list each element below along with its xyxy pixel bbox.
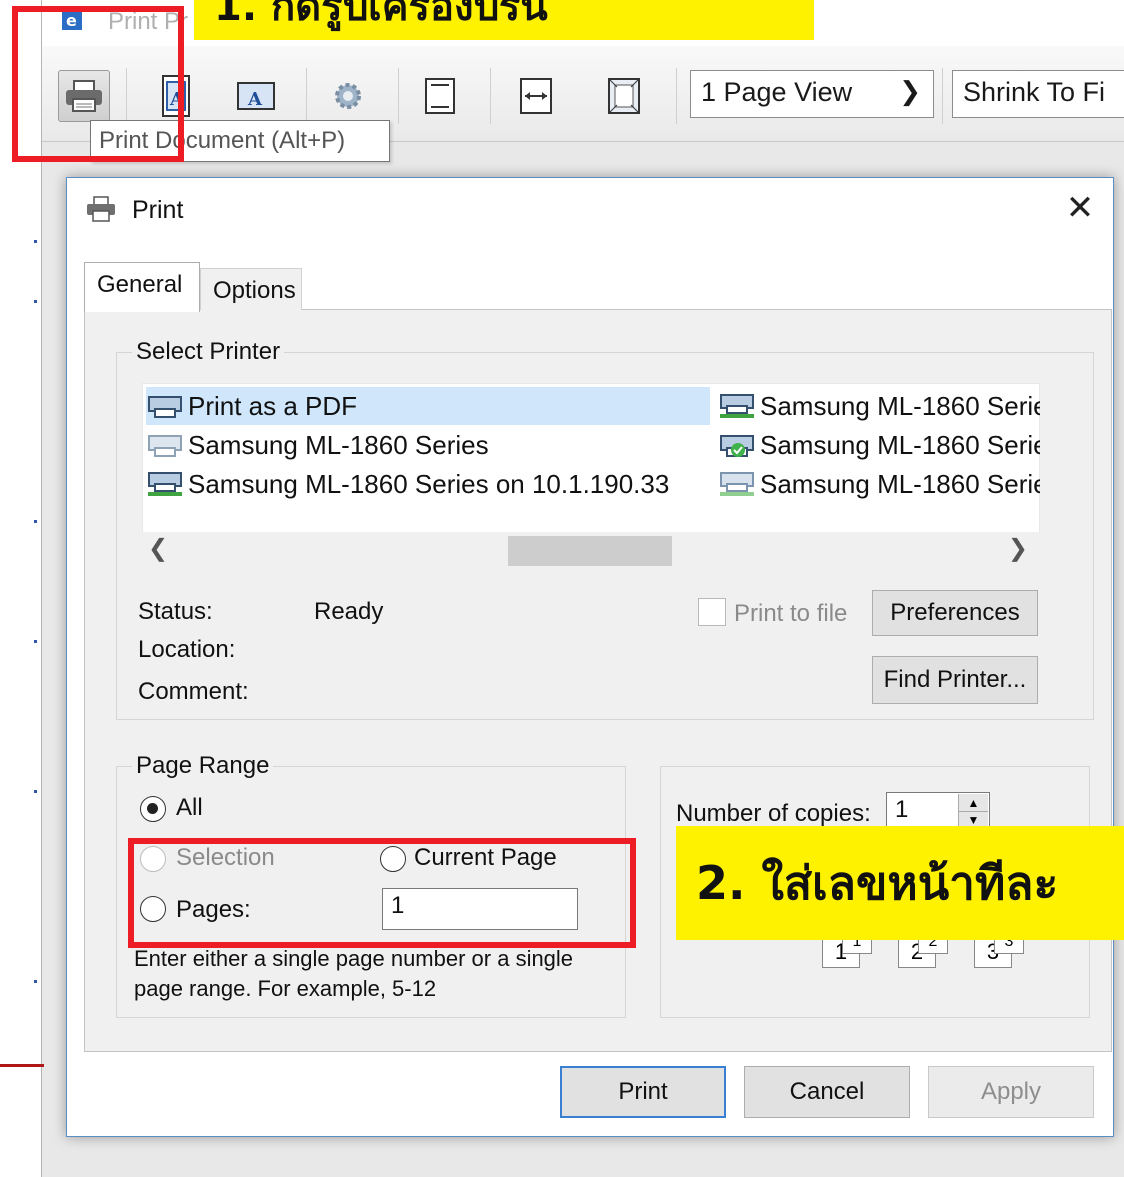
printer-icon — [148, 396, 182, 418]
printer-item[interactable]: Samsung ML-1860 Series on 10.1.190.33 — [146, 465, 710, 503]
printer-name: Samsung ML-1860 Serie — [760, 468, 1040, 499]
tab-options[interactable]: Options — [200, 268, 302, 310]
scroll-left-icon[interactable]: ❮ — [148, 534, 168, 563]
red-underline-mark — [0, 1064, 44, 1067]
comment-label: Comment: — [138, 678, 249, 705]
page-range-legend: Page Range — [132, 752, 274, 780]
printer-name: Samsung ML-1860 Serie — [760, 390, 1040, 421]
range-all-radio[interactable] — [140, 796, 166, 822]
printer-name: Print as a PDF — [188, 390, 358, 421]
scale-value: Shrink To Fi — [963, 77, 1106, 107]
printer-item[interactable]: Print as a PDF — [146, 387, 710, 425]
printer-list-scrollbar[interactable]: ❮ ❯ — [142, 532, 1040, 568]
edge-mark — [34, 980, 37, 983]
gear-icon — [335, 83, 361, 109]
annotation-highlight-print-button — [12, 6, 184, 162]
copies-stepper[interactable]: ▲ ▼ — [958, 794, 988, 830]
edge-mark — [34, 240, 37, 243]
page-setup-button[interactable] — [322, 70, 374, 122]
printer-icon — [86, 196, 116, 222]
find-printer-button[interactable]: Find Printer... — [872, 656, 1038, 704]
annotation-step1-banner: 1. กดรูปเครื่องปริ้น — [194, 0, 814, 40]
range-all-label: All — [176, 794, 203, 821]
view-mode-select[interactable]: 1 Page View ❯ — [690, 70, 934, 118]
printer-name: Samsung ML-1860 Serie — [760, 429, 1040, 460]
print-to-file-checkbox[interactable] — [698, 598, 726, 626]
stepper-up-icon[interactable]: ▲ — [959, 794, 988, 812]
copies-value: 1 — [895, 796, 909, 823]
network-printer-icon — [720, 394, 754, 418]
fit-page-icon — [608, 78, 640, 114]
tab-general[interactable]: General — [84, 262, 200, 312]
range-hint-line2: page range. For example, 5-12 — [134, 976, 437, 1001]
network-printer-icon — [148, 472, 182, 496]
fit-width-icon — [520, 78, 552, 114]
full-page-button[interactable] — [598, 70, 650, 122]
landscape-button[interactable]: A — [230, 70, 282, 122]
header-footer-button[interactable] — [414, 70, 466, 122]
scrollbar-thumb[interactable] — [508, 536, 672, 566]
location-label: Location: — [138, 636, 236, 663]
svg-text:A: A — [247, 89, 263, 110]
printer-icon — [148, 435, 182, 457]
page-icon — [425, 78, 455, 114]
printer-name: Samsung ML-1860 Series — [188, 429, 489, 460]
dialog-title: Print — [132, 196, 184, 224]
edge-mark — [34, 520, 37, 523]
document-edge-strip — [0, 0, 42, 1177]
printer-name: Samsung ML-1860 Series on 10.1.190.33 — [188, 468, 670, 499]
printer-item[interactable]: Samsung ML-1860 Series — [146, 426, 710, 464]
status-label: Status: — [138, 598, 213, 625]
print-button[interactable]: Print — [560, 1066, 726, 1118]
annotation-highlight-page-range — [128, 838, 636, 948]
full-width-button[interactable] — [510, 70, 562, 122]
cancel-button[interactable]: Cancel — [744, 1066, 910, 1118]
printer-item[interactable]: Samsung ML-1860 Serie — [718, 387, 1040, 425]
copies-label: Number of copies: — [676, 800, 871, 827]
printer-item[interactable]: Samsung ML-1860 Serie — [718, 465, 1040, 503]
edge-mark — [34, 790, 37, 793]
landscape-page-icon: A — [237, 82, 275, 110]
select-printer-legend: Select Printer — [132, 338, 285, 366]
annotation-step2-banner: 2. ใส่เลขหน้าทีละ — [676, 826, 1124, 940]
view-mode-value: 1 Page View — [701, 77, 853, 107]
edge-mark — [34, 640, 37, 643]
printer-item[interactable]: Samsung ML-1860 Serie — [718, 426, 1040, 464]
chevron-down-icon: ❯ — [899, 76, 921, 106]
default-printer-icon — [720, 435, 754, 457]
edge-mark — [34, 300, 37, 303]
print-to-file-label: Print to file — [734, 600, 848, 627]
scroll-right-icon[interactable]: ❯ — [1008, 534, 1028, 563]
scale-select[interactable]: Shrink To Fi — [952, 70, 1124, 118]
close-icon[interactable]: ✕ — [1060, 188, 1100, 228]
apply-button: Apply — [928, 1066, 1094, 1118]
network-printer-icon — [720, 472, 754, 496]
preferences-button[interactable]: Preferences — [872, 590, 1038, 636]
status-value: Ready — [314, 598, 384, 625]
range-hint-line1: Enter either a single page number or a s… — [134, 946, 574, 971]
